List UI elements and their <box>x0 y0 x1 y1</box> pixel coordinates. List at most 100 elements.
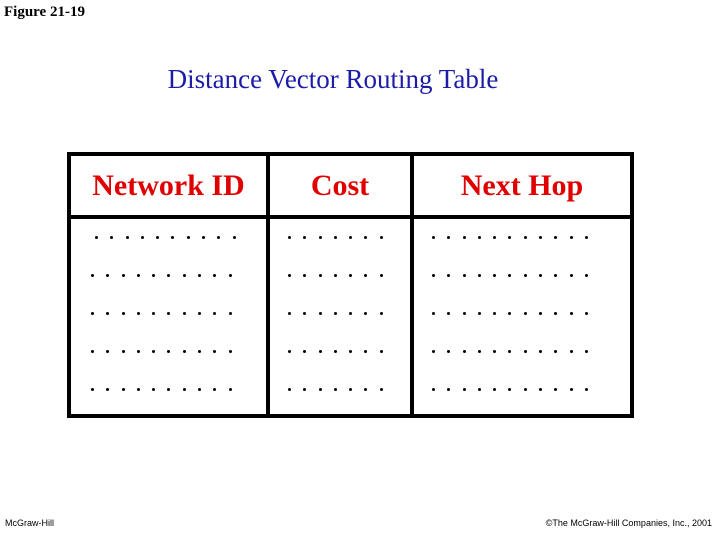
placeholder-dot <box>228 350 232 353</box>
placeholder-dot <box>152 388 156 391</box>
placeholder-dot <box>91 274 94 277</box>
placeholder-dot <box>523 312 527 315</box>
placeholder-dot <box>106 350 110 353</box>
placeholder-dot <box>198 312 202 315</box>
figure-label: Figure 21-19 <box>4 4 85 20</box>
placeholder-dot <box>432 236 435 239</box>
placeholder-dot <box>318 350 322 353</box>
placeholder-dot <box>349 312 353 315</box>
placeholder-dot <box>95 236 98 239</box>
placeholder-dot <box>554 388 558 391</box>
placeholder-dot <box>349 236 353 239</box>
placeholder-dot <box>136 388 140 391</box>
placeholder-dot <box>288 236 291 239</box>
placeholder-dot <box>569 388 573 391</box>
placeholder-dot <box>303 312 307 315</box>
placeholder-dot <box>91 350 94 353</box>
placeholder-dot-row <box>288 350 383 353</box>
placeholder-dot <box>539 274 543 277</box>
placeholder-dot <box>106 274 110 277</box>
placeholder-dot-row <box>91 312 232 315</box>
placeholder-dot <box>213 350 217 353</box>
placeholder-dot <box>136 350 140 353</box>
publisher-label: McGraw-Hill <box>5 518 54 528</box>
placeholder-dot <box>182 274 186 277</box>
placeholder-dot <box>303 274 307 277</box>
placeholder-dot <box>554 350 558 353</box>
placeholder-dot <box>213 312 217 315</box>
placeholder-dot <box>288 350 291 353</box>
placeholder-dot <box>288 274 291 277</box>
header-divider <box>71 215 630 219</box>
placeholder-dot <box>186 236 190 239</box>
placeholder-dot <box>121 350 125 353</box>
placeholder-dot <box>584 388 588 391</box>
placeholder-dot <box>539 312 543 315</box>
placeholder-dot <box>477 236 481 239</box>
placeholder-dot-row <box>288 312 383 315</box>
placeholder-dot <box>523 274 527 277</box>
placeholder-dot <box>569 236 573 239</box>
placeholder-dot <box>167 274 171 277</box>
placeholder-dot <box>508 350 512 353</box>
placeholder-dot <box>91 388 94 391</box>
placeholder-dot <box>136 274 140 277</box>
placeholder-dot <box>364 388 368 391</box>
placeholder-dot <box>379 236 383 239</box>
placeholder-dot <box>182 312 186 315</box>
placeholder-dot <box>493 388 497 391</box>
placeholder-dot <box>167 388 171 391</box>
placeholder-dot <box>318 388 322 391</box>
placeholder-dot <box>569 312 573 315</box>
placeholder-dot-row <box>91 274 232 277</box>
placeholder-dot <box>508 388 512 391</box>
placeholder-dot <box>110 236 114 239</box>
placeholder-dot <box>349 350 353 353</box>
placeholder-dot <box>303 236 307 239</box>
placeholder-dot <box>569 274 573 277</box>
placeholder-dot <box>364 274 368 277</box>
placeholder-dot <box>106 388 110 391</box>
placeholder-dot <box>125 236 129 239</box>
placeholder-dot <box>228 274 232 277</box>
placeholder-dot-row <box>288 388 383 391</box>
placeholder-dot <box>318 312 322 315</box>
placeholder-dot <box>213 388 217 391</box>
placeholder-dot <box>493 236 497 239</box>
placeholder-dot <box>523 350 527 353</box>
placeholder-dot <box>554 274 558 277</box>
placeholder-dot <box>447 236 451 239</box>
placeholder-dot <box>318 274 322 277</box>
placeholder-dot <box>554 236 558 239</box>
placeholder-dot <box>432 312 435 315</box>
placeholder-dot <box>523 236 527 239</box>
placeholder-dot <box>232 236 236 239</box>
placeholder-dot <box>198 350 202 353</box>
header-next-hop: Next Hop <box>460 168 584 202</box>
placeholder-dot <box>121 388 125 391</box>
placeholder-dot <box>333 274 337 277</box>
placeholder-dot <box>462 274 466 277</box>
placeholder-dot-row <box>432 312 588 315</box>
placeholder-dot <box>477 388 481 391</box>
placeholder-dot <box>288 388 291 391</box>
placeholder-dot <box>364 312 368 315</box>
placeholder-dot <box>379 350 383 353</box>
placeholder-dot <box>477 274 481 277</box>
placeholder-dot <box>508 312 512 315</box>
placeholder-dot <box>432 350 435 353</box>
placeholder-dot <box>539 350 543 353</box>
placeholder-dot <box>462 350 466 353</box>
placeholder-dot-row <box>432 274 588 277</box>
placeholder-dot <box>202 236 206 239</box>
placeholder-dot <box>91 312 94 315</box>
header-cost: Cost <box>310 168 370 202</box>
placeholder-dot <box>523 388 527 391</box>
placeholder-dot-row <box>91 350 232 353</box>
placeholder-dot <box>447 274 451 277</box>
placeholder-dot <box>379 274 383 277</box>
placeholder-dot <box>152 350 156 353</box>
placeholder-dot-row <box>432 350 588 353</box>
placeholder-dot <box>136 312 140 315</box>
placeholder-dot <box>584 350 588 353</box>
